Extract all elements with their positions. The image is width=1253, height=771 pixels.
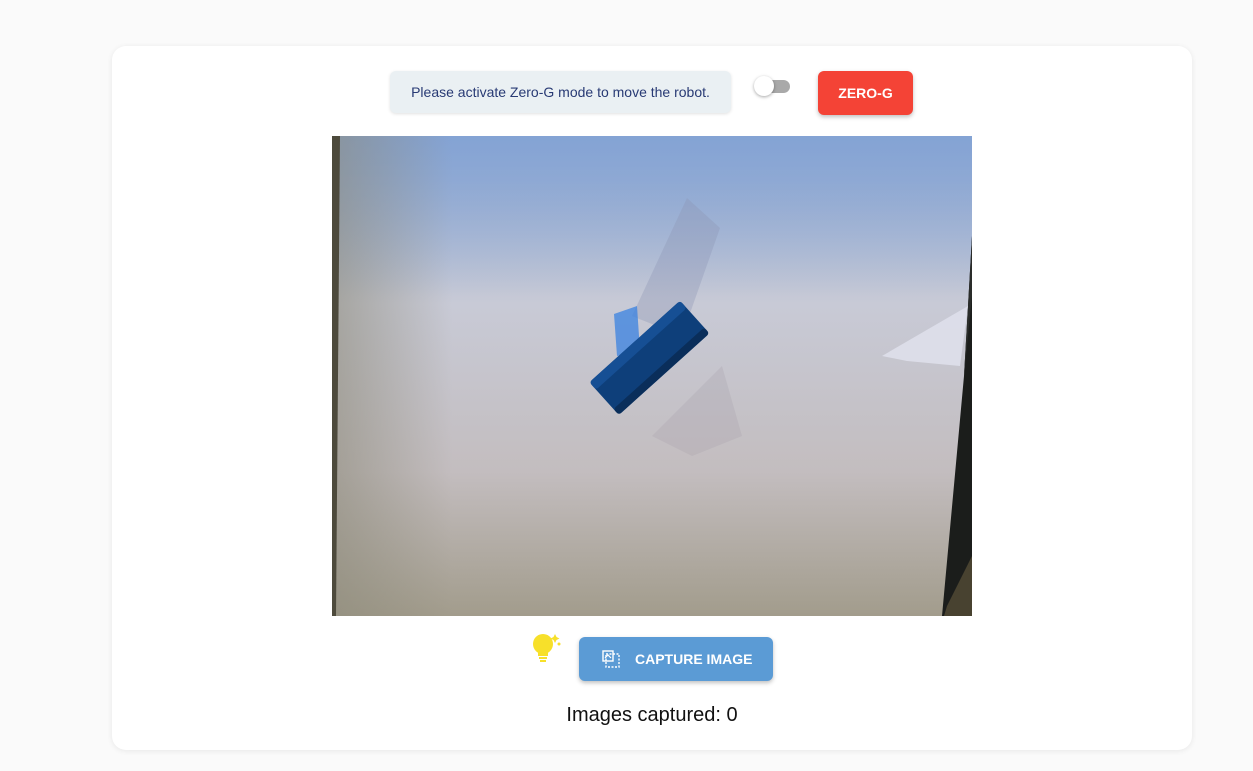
- main-card: Please activate Zero-G mode to move the …: [112, 46, 1192, 750]
- zero-g-button[interactable]: ZERO-G: [818, 71, 913, 115]
- images-captured-counter: Images captured: 0: [566, 704, 738, 726]
- camera-feed: [332, 136, 972, 616]
- banner-text: Please activate Zero-G mode to move the …: [411, 84, 710, 100]
- capture-image-label: CAPTURE IMAGE: [635, 651, 753, 667]
- lightbulb-icon[interactable]: [530, 632, 564, 664]
- camera-image: [332, 136, 972, 616]
- capture-image-button[interactable]: CAPTURE IMAGE: [579, 637, 773, 681]
- capture-icon: [601, 649, 621, 669]
- zero-g-toggle[interactable]: [754, 76, 792, 96]
- zero-g-info-banner: Please activate Zero-G mode to move the …: [390, 71, 731, 113]
- toggle-thumb: [754, 76, 774, 96]
